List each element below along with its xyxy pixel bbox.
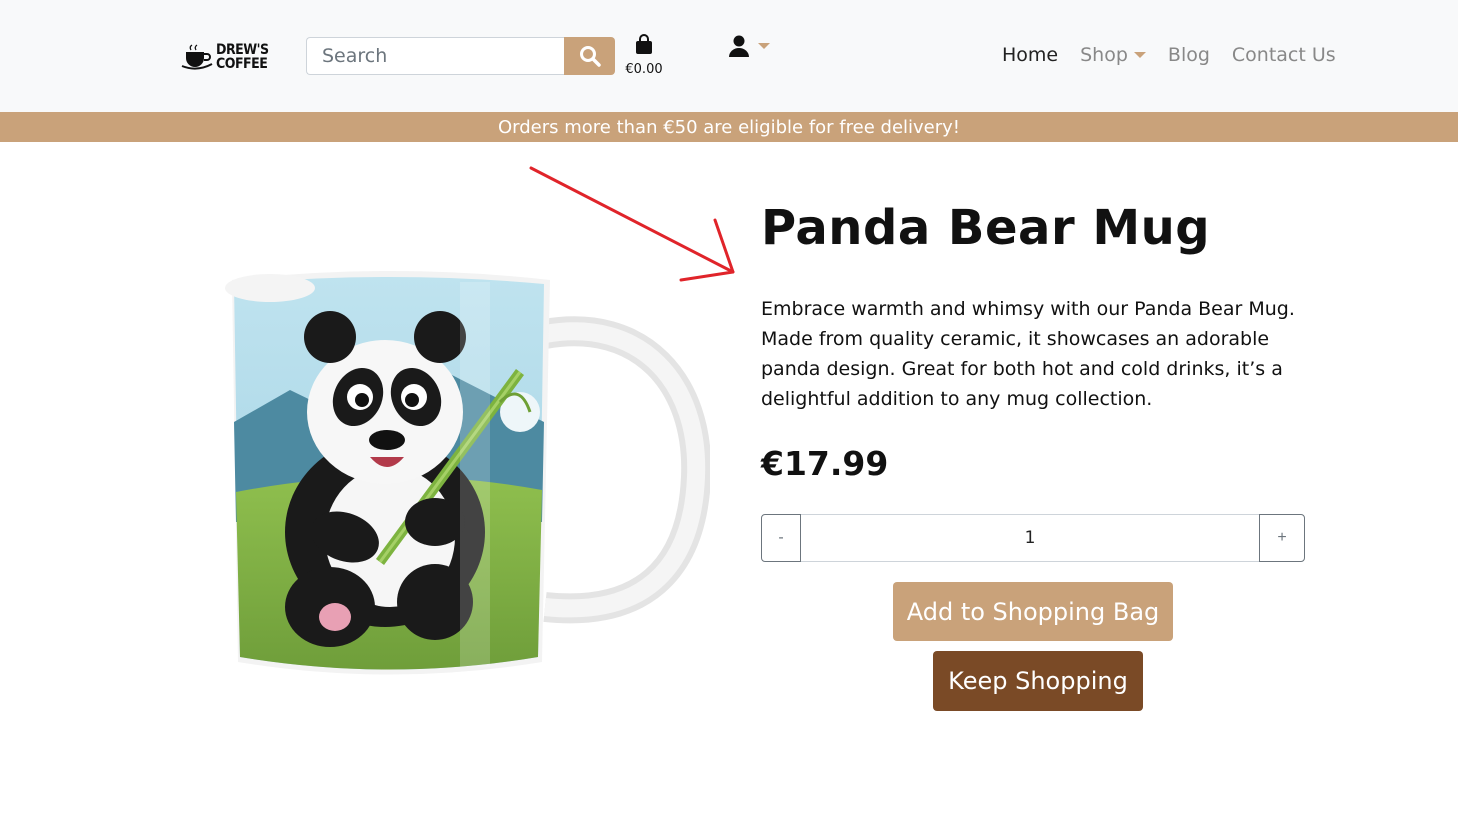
product-title: Panda Bear Mug: [761, 200, 1211, 256]
annotation-arrow: [529, 166, 735, 282]
delivery-banner: Orders more than €50 are eligible for fr…: [0, 112, 1458, 142]
nav-home-label: Home: [1002, 44, 1059, 66]
increment-button[interactable]: +: [1259, 514, 1305, 562]
search-button[interactable]: [564, 37, 615, 75]
nav-contact-us[interactable]: Contact Us: [1232, 44, 1336, 66]
product-price: €17.99: [761, 444, 889, 483]
search-form: [306, 37, 615, 75]
cart-link[interactable]: €0.00: [624, 34, 664, 77]
logo-text: DREW'S COFFEE: [216, 43, 269, 71]
shopping-bag-icon: [636, 34, 652, 54]
account-dropdown[interactable]: [728, 34, 770, 58]
coffee-cup-logo-icon: [181, 44, 213, 70]
nav-shop[interactable]: Shop: [1080, 44, 1146, 66]
search-icon: [579, 46, 601, 67]
nav-blog[interactable]: Blog: [1168, 44, 1210, 66]
decrement-button[interactable]: -: [761, 514, 801, 562]
site-logo[interactable]: DREW'S COFFEE: [180, 40, 270, 74]
search-input[interactable]: [306, 37, 564, 75]
logo-line-1: DREW'S: [216, 42, 269, 58]
nav-blog-label: Blog: [1167, 44, 1210, 66]
user-icon: [729, 35, 749, 57]
add-to-bag-button[interactable]: Add to Shopping Bag: [893, 582, 1173, 641]
product-description: Embrace warmth and whimsy with our Panda…: [761, 298, 1295, 410]
product-image: [225, 271, 710, 675]
cart-total: €0.00: [625, 62, 663, 77]
logo-line-2: COFFEE: [216, 56, 268, 72]
site-header: DREW'S COFFEE €0.00 Home Shop Blog Conta…: [0, 0, 1458, 112]
nav-home[interactable]: Home: [1002, 44, 1058, 66]
nav-shop-label: Shop: [1080, 44, 1128, 66]
chevron-down-icon: [758, 43, 770, 49]
quantity-stepper: - +: [761, 514, 1305, 562]
keep-shopping-button[interactable]: Keep Shopping: [933, 651, 1143, 711]
main-nav: Home Shop Blog Contact Us: [1002, 44, 1336, 66]
chevron-down-icon: [1133, 52, 1146, 58]
quantity-input[interactable]: [801, 514, 1259, 562]
nav-contact-label: Contact Us: [1231, 44, 1336, 66]
